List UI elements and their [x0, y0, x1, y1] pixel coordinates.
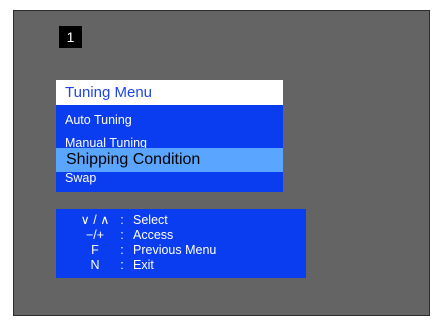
help-action-access: Access	[133, 228, 174, 242]
help-row-exit: N : Exit	[56, 258, 306, 273]
select-keys-label: ∨ / ∧	[80, 213, 110, 227]
menu-item-swap[interactable]: Swap	[56, 171, 283, 186]
menu-title: Tuning Menu	[56, 80, 283, 105]
access-keys-label: −/+	[85, 228, 105, 242]
help-row-select: ∨ / ∧ : Select	[56, 213, 306, 228]
key-help-panel: ∨ / ∧ : Select −/+ : Access F : Previous…	[56, 209, 306, 278]
step-number-badge: 1	[59, 26, 82, 48]
previous-menu-key-label: F	[91, 243, 99, 257]
help-separator: :	[120, 243, 124, 257]
menu-item-shipping-condition[interactable]: Shipping Condition	[56, 148, 283, 172]
help-action-previous-menu: Previous Menu	[133, 243, 217, 257]
help-separator: :	[120, 228, 124, 242]
exit-key-label: N	[90, 258, 100, 272]
help-action-exit: Exit	[133, 258, 154, 272]
help-row-previous-menu: F : Previous Menu	[56, 243, 306, 258]
help-separator: :	[120, 258, 124, 272]
osd-screen: 1 Tuning Menu Auto Tuning Manual Tuning …	[13, 10, 430, 316]
tuning-menu: Tuning Menu Auto Tuning Manual Tuning Sh…	[56, 80, 283, 192]
help-separator: :	[120, 213, 124, 227]
menu-items: Auto Tuning Manual Tuning Shipping Condi…	[56, 105, 283, 192]
help-row-access: −/+ : Access	[56, 228, 306, 243]
menu-item-auto-tuning[interactable]: Auto Tuning	[56, 112, 283, 128]
help-action-select: Select	[133, 213, 168, 227]
